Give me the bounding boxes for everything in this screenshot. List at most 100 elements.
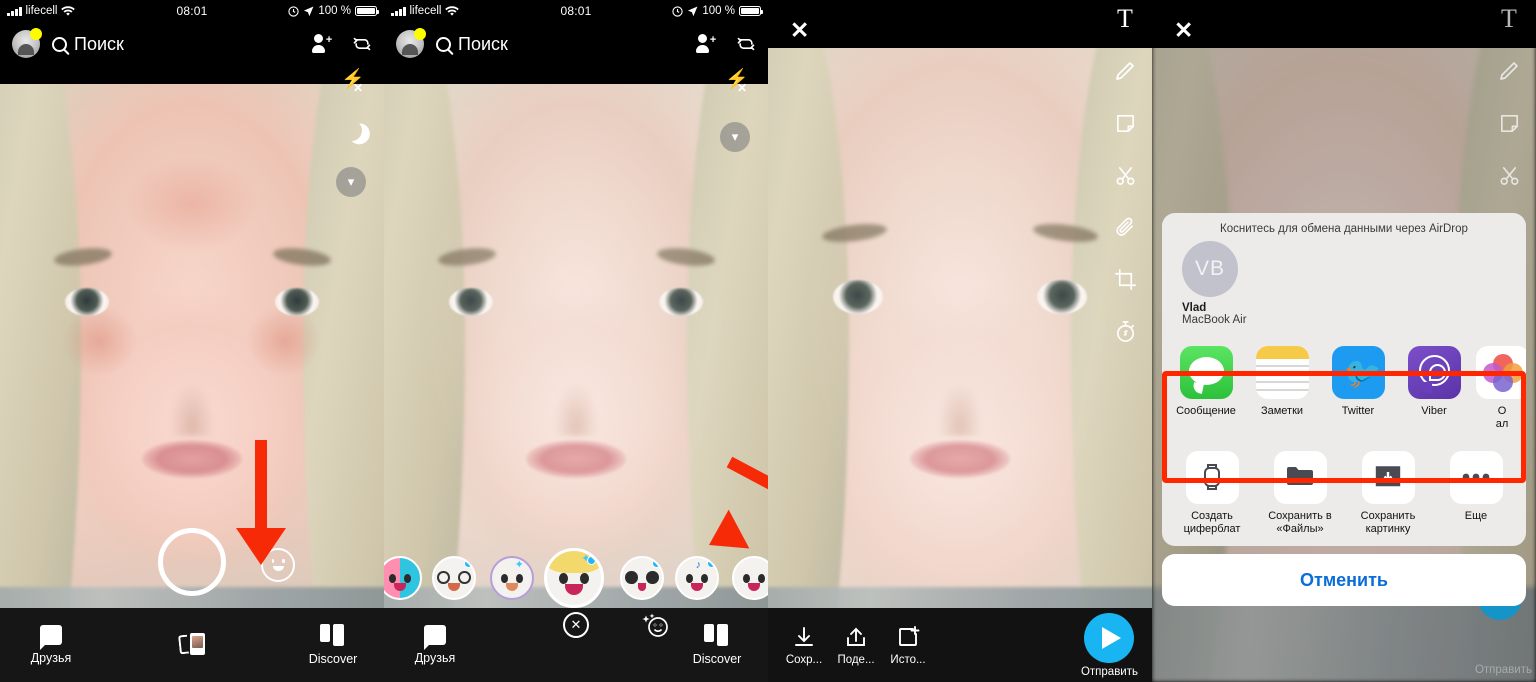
editor-tool-rail: T [1112,6,1138,344]
action-more[interactable]: Еще [1440,450,1512,523]
airdrop-peer[interactable]: VB Vlad MacBook Air [1162,241,1526,326]
airdrop-peer-initials: VB [1182,241,1238,298]
sticker-tool-icon[interactable] [1496,110,1522,136]
search-icon [436,36,451,52]
send-button[interactable]: Отправить [1080,612,1138,678]
share-app-twitter[interactable]: 🐦 Twitter [1328,346,1388,418]
close-icon[interactable]: ✕ [1174,17,1193,44]
share-app-label: Twitter [1341,405,1375,418]
editor-bottom-bar: Сохр... Поде... Исто... Отправить [768,608,1152,682]
save-button[interactable]: Сохр... [778,625,830,666]
share-app-photos[interactable]: О ал [1472,346,1526,430]
lens-item[interactable] [384,556,422,600]
send-icon [1084,612,1135,663]
chat-icon [424,625,446,650]
share-app-notes[interactable]: Заметки [1252,346,1312,418]
search-label: Поиск [458,33,508,54]
action-label: Еще [1464,509,1488,522]
add-friend-icon[interactable]: + [696,34,716,54]
attach-tool-icon[interactable] [1112,214,1138,240]
carrier-label: lifecell [409,5,442,17]
lens-item[interactable] [432,556,476,600]
share-app-viber[interactable]: Viber [1404,346,1464,418]
snap-preview[interactable] [768,0,1152,682]
lens-item[interactable]: ✦ [490,556,534,600]
lens-explore-icon[interactable] [640,612,670,638]
chevron-down-icon[interactable]: ▾ [720,122,750,152]
share-apps-row[interactable]: Сообщение Заметки 🐦 Twitter Viber О ал [1162,336,1526,439]
share-app-label: Сообщение [1176,405,1236,418]
crop-tool-icon[interactable] [1112,266,1138,292]
snapchat-header: Поиск + [384,22,768,66]
night-mode-icon[interactable] [337,117,364,144]
save-image-icon [1361,450,1415,504]
close-carousel-button[interactable]: ✕ [563,612,589,638]
timer-tool-icon[interactable] [1112,318,1138,344]
nav-friends[interactable]: Друзья [14,625,88,665]
nav-discover-label: Discover [308,652,358,666]
editor-tool-rail: T [1496,6,1522,240]
save-label: Сохр... [785,653,823,666]
action-save-image[interactable]: Сохранить картинку [1352,450,1424,536]
share-button[interactable]: Поде... [830,625,882,666]
twitter-icon: 🐦 [1331,346,1385,400]
status-bar: lifecell 08:01 100 % [0,0,384,22]
wifi-icon [61,5,76,16]
flash-off-icon[interactable]: ⚡ ✕ [340,70,365,94]
search-button[interactable]: Поиск [52,34,124,55]
nav-friends[interactable]: Друзья [398,625,472,665]
share-actions-row[interactable]: Создать циферблат Сохранить в «Файлы» Со… [1162,440,1526,546]
cancel-button[interactable]: Отменить [1162,554,1526,606]
camera-controls-rail: ⚡ ✕ ▾ [336,70,366,197]
flash-off-icon[interactable]: ⚡ ✕ [724,70,749,94]
messages-icon [1179,346,1233,400]
nav-friends-label: Друзья [30,651,72,665]
share-app-label: Viber [1421,405,1447,418]
share-sheet-main: Коснитесь для обмена данными через AirDr… [1162,213,1526,546]
nav-discover-label: Discover [692,652,742,666]
action-save-to-files[interactable]: Сохранить в «Файлы» [1264,450,1336,536]
photos-icon [1475,346,1526,400]
airdrop-section: Коснитесь для обмена данными через AirDr… [1162,213,1526,336]
alarm-icon [672,5,684,17]
nav-discover[interactable]: Discover [296,624,370,666]
lens-item-selected[interactable]: ✦ [544,548,604,608]
flip-camera-icon[interactable] [736,34,756,54]
sticker-tool-icon[interactable] [1112,110,1138,136]
screenshot-strip: lifecell 08:01 100 % Поиск + ⚡ ✕ ▾ Друзь… [0,0,1536,682]
draw-tool-icon[interactable] [1496,58,1522,84]
profile-avatar[interactable] [396,28,426,58]
clock: 08:01 [560,4,592,18]
nav-stories[interactable] [155,633,229,657]
add-story-icon [899,625,920,646]
panel-lens-carousel: lifecell 08:01 100 % Поиск + ⚡ ✕ ▾ ✦ ✦ ♪… [384,0,768,682]
close-icon[interactable]: ✕ [790,17,809,44]
action-label: Сохранить картинку [1360,509,1416,535]
chevron-down-icon[interactable]: ▾ [336,167,366,197]
story-button[interactable]: Исто... [882,625,934,666]
nav-discover[interactable]: Discover [680,624,754,666]
flip-camera-icon[interactable] [352,34,372,54]
shutter-button[interactable] [158,528,226,596]
bottom-nav: Друзья Discover [0,608,384,682]
lens-item[interactable] [620,556,664,600]
text-tool-icon[interactable]: T [1496,6,1522,32]
stories-icon [178,633,205,657]
notes-icon [1255,346,1309,400]
scissors-tool-icon[interactable] [1112,162,1138,188]
panel-share-sheet: ✕ T Коснитесь для обмена данными через A… [1152,0,1536,682]
share-icon [847,627,865,646]
send-label: Отправить [1080,665,1138,678]
clock: 08:01 [176,4,208,18]
text-tool-icon[interactable]: T [1112,6,1138,32]
action-create-watch-face[interactable]: Создать циферблат [1176,450,1248,536]
add-friend-icon[interactable]: + [312,34,332,54]
files-icon [1273,450,1327,504]
draw-tool-icon[interactable] [1112,58,1138,84]
search-button[interactable]: Поиск [436,34,508,55]
story-label: Исто... [890,653,926,666]
profile-avatar[interactable] [12,28,42,58]
scissors-tool-icon[interactable] [1496,162,1522,188]
share-app-label: О ал [1495,405,1509,430]
share-app-messages[interactable]: Сообщение [1176,346,1236,418]
